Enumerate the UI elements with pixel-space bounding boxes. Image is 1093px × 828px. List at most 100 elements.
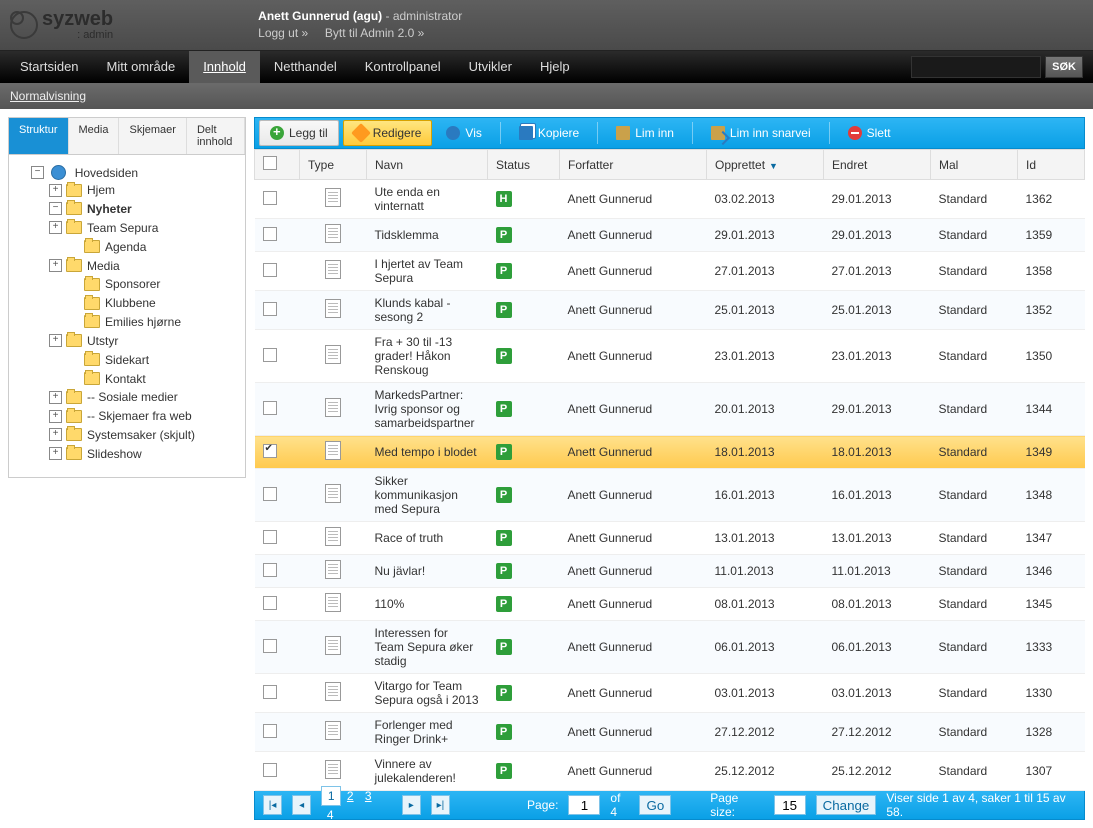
row-checkbox[interactable] (263, 348, 277, 362)
row-checkbox[interactable] (263, 191, 277, 205)
table-row[interactable]: Fra + 30 til -13 grader! Håkon RenskougP… (255, 330, 1085, 383)
tree-node[interactable]: Emilies hjørne (49, 312, 241, 331)
delete-button[interactable]: Slett (838, 121, 901, 145)
page-number[interactable]: 1 (321, 786, 341, 806)
table-row[interactable]: Vinnere av julekalenderen!PAnett Gunneru… (255, 752, 1085, 791)
table-row[interactable]: Vitargo for Team Sepura også i 2013PAnet… (255, 674, 1085, 713)
sidebar-tab-skjemaer[interactable]: Skjemaer (119, 118, 186, 154)
tree-node[interactable]: Sponsorer (49, 274, 241, 293)
table-row[interactable]: 110%PAnett Gunnerud08.01.201308.01.2013S… (255, 588, 1085, 621)
prev-page-button[interactable]: ◂ (292, 795, 311, 815)
col-id[interactable]: Id (1018, 150, 1085, 180)
paste-button[interactable]: Lim inn (606, 121, 684, 145)
logout-link[interactable]: Logg ut » (258, 26, 308, 40)
expand-icon[interactable]: + (49, 334, 62, 347)
expand-icon[interactable]: + (49, 221, 62, 234)
nav-tab-mitt-område[interactable]: Mitt område (93, 51, 190, 83)
sidebar-tab-delt-innhold[interactable]: Delt innhold (187, 118, 245, 154)
table-row[interactable]: Nu jävlar!PAnett Gunnerud11.01.201311.01… (255, 555, 1085, 588)
tree-node[interactable]: +Hjem (49, 180, 241, 199)
table-row[interactable]: TidsklemmaPAnett Gunnerud29.01.201329.01… (255, 219, 1085, 252)
col-author[interactable]: Forfatter (560, 150, 707, 180)
search-input[interactable] (911, 56, 1041, 78)
tree-node[interactable]: Agenda (49, 237, 241, 256)
tree-node[interactable]: +-- Skjemaer fra web (49, 406, 241, 425)
nav-tab-hjelp[interactable]: Hjelp (526, 51, 584, 83)
collapse-icon[interactable]: − (49, 202, 62, 215)
tree-node[interactable]: Kontakt (49, 369, 241, 388)
col-type[interactable]: Type (300, 150, 367, 180)
row-checkbox[interactable] (263, 724, 277, 738)
col-status[interactable]: Status (488, 150, 560, 180)
expand-icon[interactable]: + (49, 428, 62, 441)
page-number[interactable]: 2 (341, 787, 359, 805)
tree-node[interactable]: Klubbene (49, 293, 241, 312)
expand-icon[interactable]: + (49, 259, 62, 272)
switch-admin-link[interactable]: Bytt til Admin 2.0 » (325, 26, 424, 40)
expand-icon[interactable]: + (49, 410, 62, 423)
nav-tab-utvikler[interactable]: Utvikler (455, 51, 526, 83)
select-all-checkbox[interactable] (263, 156, 277, 170)
change-button[interactable]: Change (816, 795, 877, 815)
tree-root[interactable]: − Hovedsiden +Hjem−Nyheter+Team SepuraAg… (31, 163, 241, 465)
table-row[interactable]: Klunds kabal - sesong 2PAnett Gunnerud25… (255, 291, 1085, 330)
page-size-input[interactable] (774, 795, 806, 815)
row-checkbox[interactable] (263, 401, 277, 415)
page-number[interactable]: 4 (321, 806, 339, 824)
table-row[interactable]: MarkedsPartner: Ivrig sponsor og samarbe… (255, 383, 1085, 436)
paste-shortcut-button[interactable]: Lim inn snarvei (701, 121, 821, 145)
table-row[interactable]: Ute enda en vinternattHAnett Gunnerud03.… (255, 180, 1085, 219)
tree-node[interactable]: +Media (49, 256, 241, 275)
nav-tab-innhold[interactable]: Innhold (189, 51, 260, 83)
sidebar-tab-media[interactable]: Media (69, 118, 120, 154)
row-checkbox[interactable] (263, 487, 277, 501)
table-row[interactable]: Forlenger med Ringer Drink+PAnett Gunner… (255, 713, 1085, 752)
row-checkbox[interactable] (263, 263, 277, 277)
table-row[interactable]: I hjertet av Team SepuraPAnett Gunnerud2… (255, 252, 1085, 291)
tree-node[interactable]: Sidekart (49, 350, 241, 369)
nav-tab-netthandel[interactable]: Netthandel (260, 51, 351, 83)
expand-icon[interactable]: + (49, 447, 62, 460)
col-modified[interactable]: Endret (824, 150, 931, 180)
row-checkbox[interactable] (263, 639, 277, 653)
row-checkbox[interactable] (263, 302, 277, 316)
row-checkbox[interactable] (263, 530, 277, 544)
table-row[interactable]: Sikker kommunikasjon med SepuraPAnett Gu… (255, 469, 1085, 522)
copy-button[interactable]: Kopiere (509, 121, 589, 145)
search-button[interactable]: SØK (1045, 56, 1083, 78)
view-button[interactable]: Vis (436, 121, 491, 145)
add-button[interactable]: Legg til (259, 120, 339, 146)
tree-node[interactable]: +Systemsaker (skjult) (49, 425, 241, 444)
row-checkbox[interactable] (263, 227, 277, 241)
row-checkbox[interactable] (263, 563, 277, 577)
col-template[interactable]: Mal (931, 150, 1018, 180)
next-page-button[interactable]: ▸ (402, 795, 421, 815)
sidebar-tab-struktur[interactable]: Struktur (9, 118, 69, 154)
page-input[interactable] (568, 795, 600, 815)
table-row[interactable]: Race of truthPAnett Gunnerud13.01.201313… (255, 522, 1085, 555)
col-name[interactable]: Navn (367, 150, 488, 180)
tree-node[interactable]: +Team Sepura (49, 218, 241, 237)
edit-button[interactable]: Redigere (343, 120, 433, 146)
row-checkbox[interactable] (263, 685, 277, 699)
collapse-icon[interactable]: − (31, 166, 44, 179)
col-created[interactable]: Opprettet▼ (707, 150, 824, 180)
page-number[interactable]: 3 (359, 787, 377, 805)
normalvisning-link[interactable]: Normalvisning (10, 89, 86, 103)
tree-node[interactable]: +Utstyr (49, 331, 241, 350)
tree-node[interactable]: +-- Sosiale medier (49, 387, 241, 406)
go-button[interactable]: Go (639, 795, 671, 815)
table-row[interactable]: Interessen for Team Sepura øker stadigPA… (255, 621, 1085, 674)
nav-tab-startsiden[interactable]: Startsiden (6, 51, 93, 83)
tree-node[interactable]: +Slideshow (49, 444, 241, 463)
table-row[interactable]: Med tempo i blodetPAnett Gunnerud18.01.2… (255, 436, 1085, 469)
first-page-button[interactable]: |◂ (263, 795, 282, 815)
row-checkbox[interactable] (263, 596, 277, 610)
expand-icon[interactable]: + (49, 391, 62, 404)
last-page-button[interactable]: ▸| (431, 795, 450, 815)
expand-icon[interactable]: + (49, 184, 62, 197)
row-checkbox[interactable] (263, 444, 277, 458)
tree-node[interactable]: −Nyheter (49, 199, 241, 218)
row-checkbox[interactable] (263, 763, 277, 777)
nav-tab-kontrollpanel[interactable]: Kontrollpanel (351, 51, 455, 83)
